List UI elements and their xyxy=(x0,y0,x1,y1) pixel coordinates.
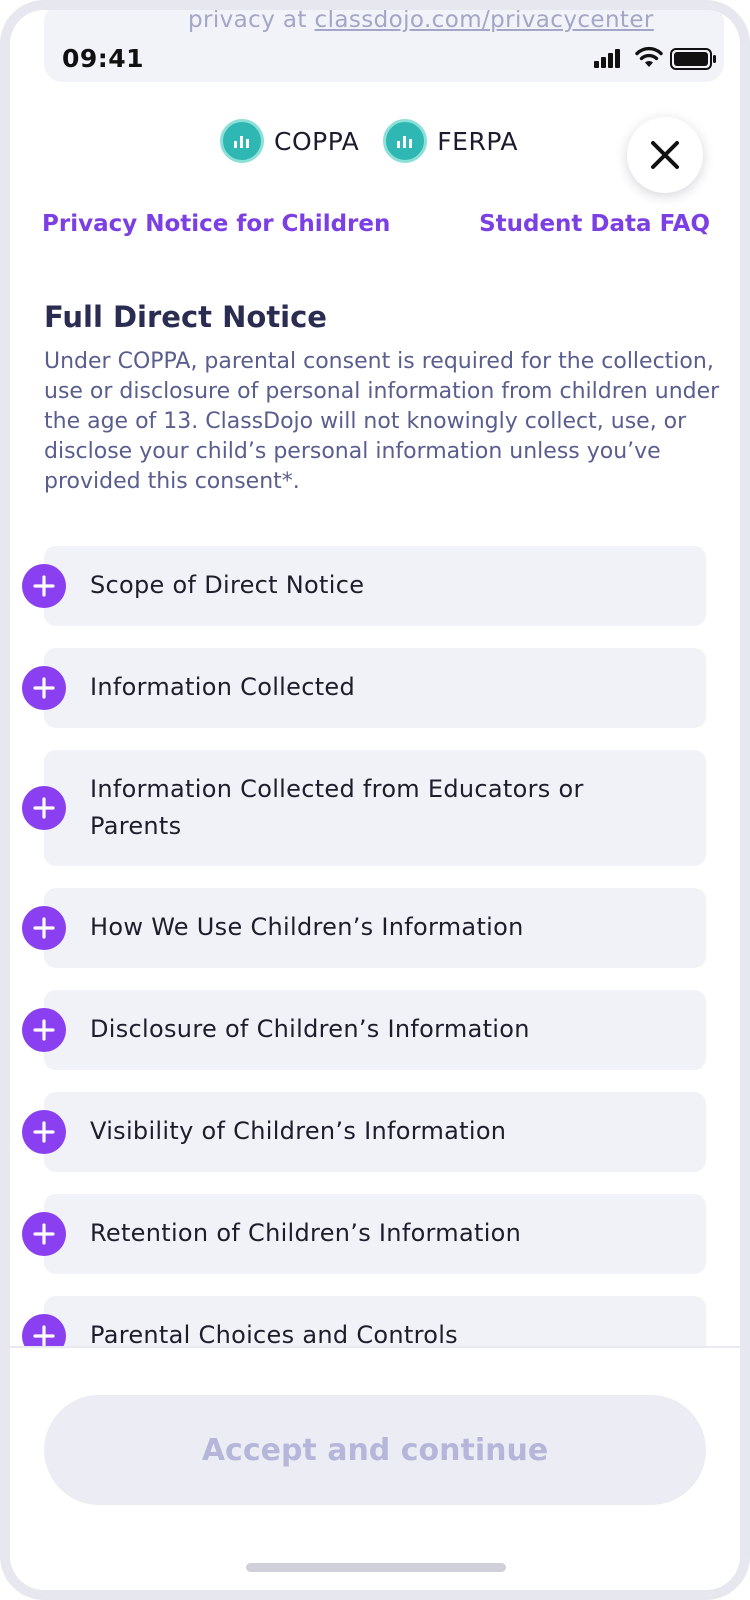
expand-plus-icon[interactable] xyxy=(22,666,66,710)
privacy-center-link[interactable]: classdojo.com/privacycenter xyxy=(315,10,654,33)
coppa-seal-icon xyxy=(220,119,264,163)
notice-title: Full Direct Notice xyxy=(44,300,327,334)
expand-plus-icon[interactable] xyxy=(22,1008,66,1052)
ferpa-seal-icon xyxy=(383,119,428,163)
ferpa-badge: FERPA xyxy=(383,119,518,163)
accordion-item-retention[interactable]: Retention of Children’s Information xyxy=(22,1194,706,1274)
battery-icon xyxy=(670,48,716,70)
phone-screen: privacy at classdojo.com/privacycenter 0… xyxy=(0,0,750,1600)
notice-sections: Scope of Direct Notice Information Colle… xyxy=(10,546,740,1346)
close-icon xyxy=(651,141,679,169)
accordion-item-disclosure[interactable]: Disclosure of Children’s Information xyxy=(22,990,706,1070)
wifi-icon xyxy=(635,46,663,67)
expand-plus-icon[interactable] xyxy=(22,1212,66,1256)
accordion-label: Retention of Children’s Information xyxy=(90,1219,522,1247)
accordion-label: Parental Choices and Controls xyxy=(90,1321,458,1346)
cellular-signal-icon xyxy=(594,48,624,68)
underlying-text: privacy at classdojo.com/privacycenter xyxy=(188,7,654,33)
expand-plus-icon[interactable] xyxy=(22,564,66,608)
accordion-item-how-we-use[interactable]: How We Use Children’s Information xyxy=(22,888,706,968)
privacy-notice-link[interactable]: Privacy Notice for Children xyxy=(42,211,390,237)
accordion-label: Scope of Direct Notice xyxy=(90,571,365,599)
status-time: 09:41 xyxy=(62,44,145,73)
accordion-label: Information Collected xyxy=(90,673,356,701)
accordion-item-parental-choices[interactable]: Parental Choices and Controls xyxy=(22,1296,706,1346)
accordion-item-visibility[interactable]: Visibility of Children’s Information xyxy=(22,1092,706,1172)
underlying-page: privacy at classdojo.com/privacycenter xyxy=(44,7,724,82)
accordion-label: Disclosure of Children’s Information xyxy=(90,1015,530,1043)
compliance-badges: COPPA FERPA xyxy=(220,116,542,166)
close-button[interactable] xyxy=(627,117,703,193)
expand-plus-icon[interactable] xyxy=(22,786,66,830)
accept-continue-button[interactable]: Accept and continue xyxy=(44,1395,706,1505)
home-indicator[interactable] xyxy=(246,1563,506,1572)
student-data-faq-link[interactable]: Student Data FAQ xyxy=(479,211,710,237)
ferpa-label: FERPA xyxy=(437,126,518,156)
accordion-label: How We Use Children’s Information xyxy=(90,913,524,941)
accordion-item-scope[interactable]: Scope of Direct Notice xyxy=(22,546,706,626)
accordion-label: Visibility of Children’s Information xyxy=(90,1117,507,1145)
expand-plus-icon[interactable] xyxy=(22,906,66,950)
coppa-label: COPPA xyxy=(274,126,360,156)
expand-plus-icon[interactable] xyxy=(22,1110,66,1154)
accordion-item-information-collected[interactable]: Information Collected xyxy=(22,648,706,728)
notice-body: Under COPPA, parental consent is require… xyxy=(44,349,720,494)
footer-divider xyxy=(10,1346,740,1348)
coppa-badge: COPPA xyxy=(220,119,359,163)
accordion-item-educators-parents[interactable]: Information Collected from Educators or … xyxy=(22,750,706,866)
expand-plus-icon[interactable] xyxy=(22,1314,66,1346)
accordion-label: Information Collected from Educators or … xyxy=(90,775,584,840)
